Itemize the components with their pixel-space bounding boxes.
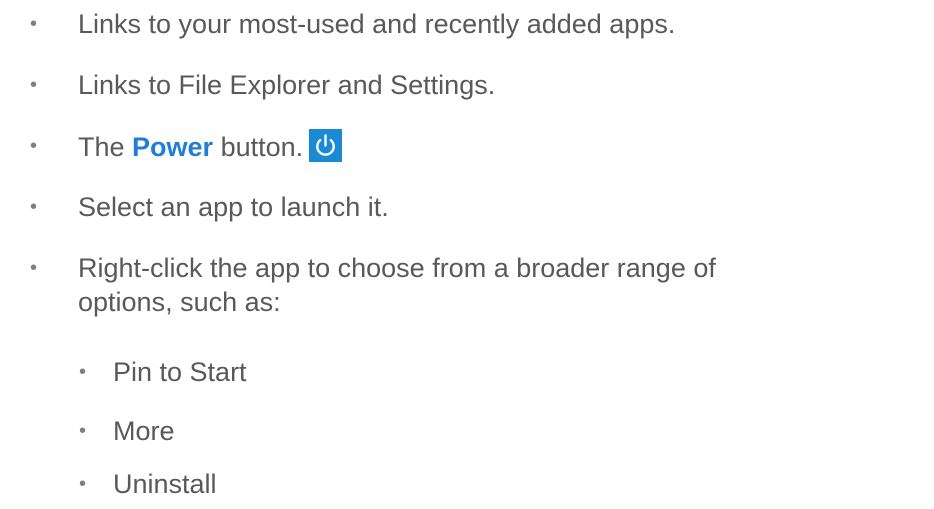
sub-bullet-text: More bbox=[113, 416, 175, 446]
power-emphasis: Power bbox=[132, 132, 214, 162]
bullet-glyph: • bbox=[30, 135, 38, 157]
bullet-glyph: • bbox=[30, 257, 38, 279]
sub-bullet-glyph: • bbox=[79, 473, 87, 495]
bullet-text: Links to your most-used and recently add… bbox=[78, 9, 676, 39]
sub-bullet-text: Uninstall bbox=[113, 469, 217, 499]
sub-bullet-glyph: • bbox=[79, 420, 87, 442]
sub-bullet-text: Pin to Start bbox=[113, 357, 247, 387]
bullet-glyph: • bbox=[30, 196, 38, 218]
sub-bullet-glyph: • bbox=[79, 361, 87, 383]
bullet-glyph: • bbox=[30, 74, 38, 96]
bullet-text-suffix: button. bbox=[213, 132, 304, 162]
bullet-text: Links to File Explorer and Settings. bbox=[78, 70, 496, 100]
bullet-text-prefix: The bbox=[78, 132, 133, 162]
bullet-text-continuation: options, such as: bbox=[78, 287, 281, 317]
bullet-text: Right-click the app to choose from a bro… bbox=[78, 253, 716, 283]
bullet-glyph: • bbox=[30, 13, 38, 35]
slide-content: • Links to your most-used and recently a… bbox=[0, 0, 934, 509]
power-icon bbox=[309, 129, 343, 162]
bullet-text: The Power button. bbox=[78, 129, 343, 164]
bullet-text: Select an app to launch it. bbox=[78, 192, 389, 222]
